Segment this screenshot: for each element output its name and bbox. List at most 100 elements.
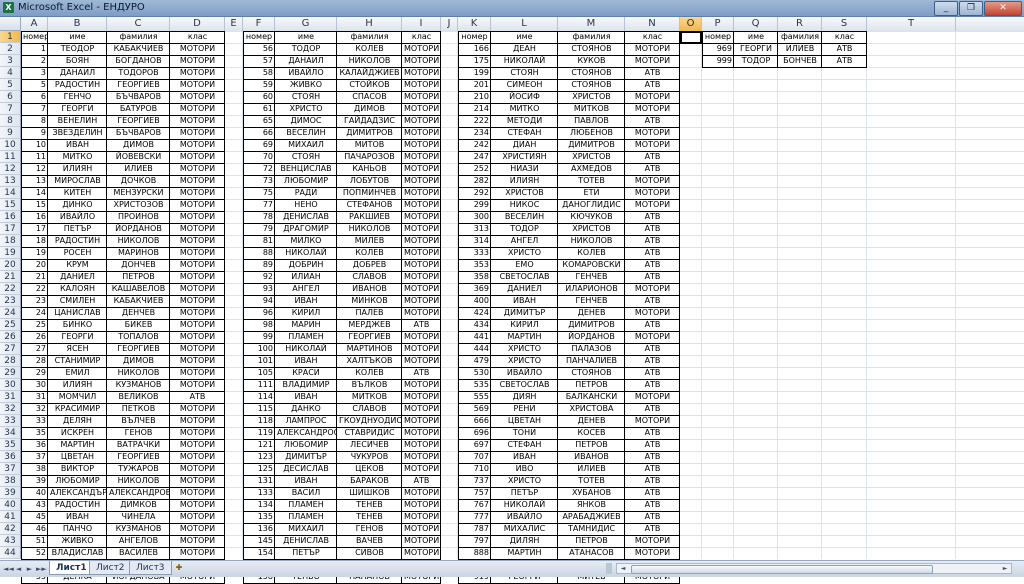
table-cell[interactable]: 70 (243, 151, 275, 163)
table-cell[interactable]: 119 (243, 427, 275, 439)
table-cell[interactable]: ХРИСТОЗОВ (107, 199, 170, 211)
table-cell[interactable]: 33 (21, 415, 48, 427)
table-cell[interactable]: СТЕФАН (491, 127, 558, 139)
table-cell[interactable]: НИКОС (491, 199, 558, 211)
table-cell[interactable]: 25 (21, 319, 48, 331)
table-cell[interactable]: МИХАЛИС (491, 523, 558, 535)
table-cell[interactable]: 20 (21, 259, 48, 271)
row-header[interactable]: 5 (0, 79, 21, 91)
table-cell[interactable]: ДЕНИСЛАВ (275, 535, 337, 547)
scroll-left-icon[interactable]: ◄ (617, 564, 629, 573)
table-cell[interactable]: ЖИВКО (48, 535, 107, 547)
row-header[interactable]: 20 (0, 259, 21, 271)
table-cell[interactable]: КИРИЛ (491, 319, 558, 331)
table-cell[interactable]: ИЛАРИОНОВ (558, 283, 625, 295)
table-cell[interactable]: 105 (243, 367, 275, 379)
table-cell[interactable]: МАРТИН (48, 439, 107, 451)
minimize-button[interactable]: _ (934, 1, 958, 16)
table-cell[interactable]: 27 (21, 343, 48, 355)
table-cell[interactable]: МОТОРИ (402, 343, 441, 355)
table-cell[interactable]: 16 (21, 211, 48, 223)
table-cell[interactable]: ЦЕКОВ (337, 463, 402, 475)
table-cell[interactable]: КАЛАЙДЖИЕВ (337, 67, 402, 79)
table-cell[interactable]: МОТОРИ (625, 547, 680, 559)
column-header-j[interactable]: J (441, 17, 458, 31)
table-cell[interactable]: КОЛЕВ (337, 367, 402, 379)
table-cell[interactable]: ЧУКУРОВ (337, 451, 402, 463)
table-cell[interactable]: 134 (243, 499, 275, 511)
table-cell[interactable]: 125 (243, 463, 275, 475)
table-cell[interactable]: 145 (243, 535, 275, 547)
table-cell[interactable]: 199 (458, 67, 491, 79)
table-cell[interactable]: АТВ (625, 67, 680, 79)
table-cell[interactable]: 400 (458, 295, 491, 307)
table-cell[interactable]: 94 (243, 295, 275, 307)
table-cell[interactable]: 118 (243, 415, 275, 427)
table-cell[interactable]: ГЕОРГИ (734, 43, 778, 55)
table-cell[interactable]: ДРАГОМИР (275, 223, 337, 235)
column-header-p[interactable]: P (702, 17, 734, 31)
table-cell[interactable]: МОТОРИ (402, 403, 441, 415)
table-cell[interactable]: АТВ (625, 451, 680, 463)
table-cell[interactable]: 787 (458, 523, 491, 535)
table-cell[interactable]: ХРИСТОВ (491, 187, 558, 199)
table-cell[interactable]: ХАЛТЪКОВ (337, 355, 402, 367)
table-cell[interactable]: 89 (243, 259, 275, 271)
header-cell-cls[interactable]: клас (170, 31, 225, 43)
table-cell[interactable]: МИЛКО (275, 235, 337, 247)
scroll-right-icon[interactable]: ► (999, 564, 1011, 573)
table-cell[interactable]: ГЕОРГИЕВ (107, 343, 170, 355)
table-cell[interactable]: СТОЯН (491, 67, 558, 79)
table-cell[interactable]: 11 (21, 151, 48, 163)
table-cell[interactable]: МЕТОДИ (491, 115, 558, 127)
table-cell[interactable]: МОТОРИ (625, 139, 680, 151)
table-cell[interactable]: МОТОРИ (402, 295, 441, 307)
table-cell[interactable]: АТВ (625, 259, 680, 271)
table-cell[interactable]: ДАНАИЛ (275, 55, 337, 67)
table-cell[interactable]: МОТОРИ (402, 199, 441, 211)
table-cell[interactable]: 65 (243, 115, 275, 127)
table-cell[interactable]: МОТОРИ (402, 427, 441, 439)
table-cell[interactable]: 72 (243, 163, 275, 175)
table-cell[interactable]: СЛАВОВ (337, 271, 402, 283)
column-header-h[interactable]: H (337, 17, 402, 31)
row-header[interactable]: 39 (0, 487, 21, 499)
next-sheet-nav-icon[interactable]: ► (25, 564, 34, 574)
column-header-c[interactable]: C (107, 17, 170, 31)
table-cell[interactable]: 52 (21, 547, 48, 559)
table-cell[interactable]: ЙОРДАНОВ (107, 223, 170, 235)
table-cell[interactable]: ПАНЧО (48, 523, 107, 535)
table-cell[interactable]: ТОДОР (734, 55, 778, 67)
table-cell[interactable]: ДЕНЧЕВ (107, 307, 170, 319)
table-cell[interactable]: 530 (458, 367, 491, 379)
table-cell[interactable]: 252 (458, 163, 491, 175)
table-cell[interactable]: СТОЯН (275, 151, 337, 163)
table-cell[interactable]: МОТОРИ (402, 355, 441, 367)
row-header[interactable]: 38 (0, 475, 21, 487)
table-cell[interactable]: 56 (243, 43, 275, 55)
table-cell[interactable]: МОТОРИ (625, 307, 680, 319)
row-header[interactable]: 42 (0, 523, 21, 535)
table-cell[interactable]: ПАНЧАЛИЕВ (558, 355, 625, 367)
table-cell[interactable]: РОСЕН (48, 247, 107, 259)
table-cell[interactable]: НЕНО (275, 199, 337, 211)
table-cell[interactable]: КУКОВ (558, 55, 625, 67)
table-cell[interactable]: ДИМИТРОВ (558, 319, 625, 331)
column-header-g[interactable]: G (275, 17, 337, 31)
table-cell[interactable]: СТОЯН (275, 91, 337, 103)
row-header[interactable]: 23 (0, 295, 21, 307)
table-cell[interactable]: АТАНАСОВ (558, 547, 625, 559)
table-cell[interactable]: МОТОРИ (402, 55, 441, 67)
table-cell[interactable]: ВЕСЕЛИН (275, 127, 337, 139)
table-cell[interactable]: ИВАЙЛО (275, 67, 337, 79)
table-cell[interactable]: ЕТИ (558, 187, 625, 199)
tab-split-handle[interactable] (606, 563, 612, 574)
table-cell[interactable]: МОТОРИ (170, 283, 225, 295)
table-cell[interactable]: КЮЧУКОВ (558, 211, 625, 223)
table-cell[interactable]: РЕНИ (491, 403, 558, 415)
table-cell[interactable]: НИКОЛОВ (107, 367, 170, 379)
table-cell[interactable]: МОТОРИ (402, 415, 441, 427)
table-cell[interactable]: ИЛИАН (275, 271, 337, 283)
table-cell[interactable]: АТВ (625, 439, 680, 451)
table-cell[interactable]: МОТОРИ (402, 247, 441, 259)
